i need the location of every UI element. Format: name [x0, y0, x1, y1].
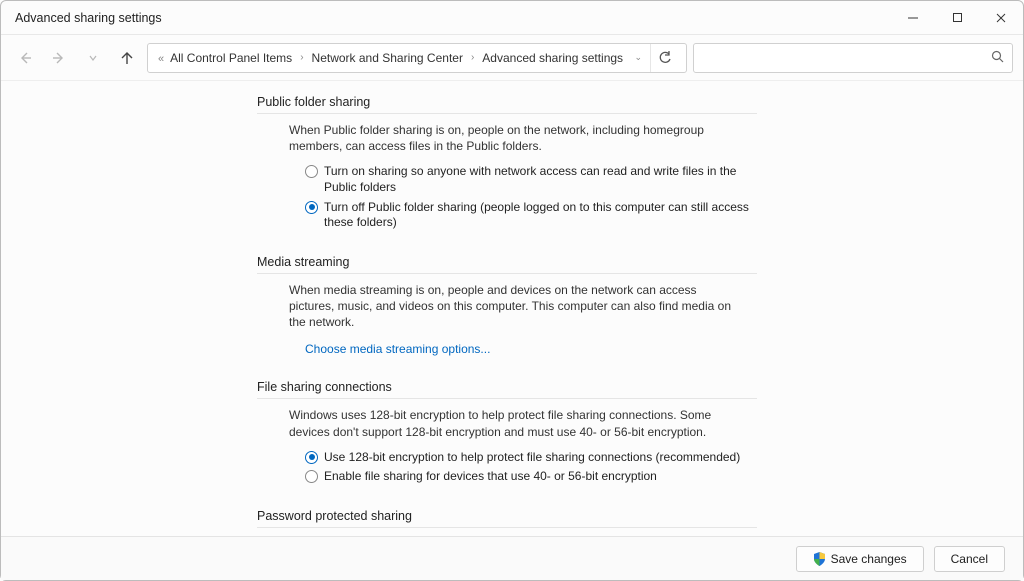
nav-row: All Control Panel Items › Network and Sh…	[1, 35, 1023, 81]
save-changes-button[interactable]: Save changes	[796, 546, 924, 572]
close-button[interactable]	[979, 3, 1023, 33]
radio-label: Turn off Public folder sharing (people l…	[324, 200, 757, 231]
radio-icon	[305, 201, 318, 214]
radio-label: Enable file sharing for devices that use…	[324, 469, 657, 485]
recent-button[interactable]	[79, 44, 107, 72]
address-dropdown[interactable]: ⌄	[634, 52, 642, 63]
section-description: When media streaming is on, people and d…	[257, 282, 737, 339]
close-icon	[995, 12, 1007, 24]
arrow-left-icon	[17, 50, 33, 66]
minimize-icon	[907, 12, 919, 24]
arrow-up-icon	[119, 50, 135, 66]
window-controls	[891, 3, 1023, 33]
radio-icon	[305, 470, 318, 483]
chevron-right-icon: ›	[467, 52, 478, 63]
media-streaming-link-row: Choose media streaming options...	[257, 338, 777, 362]
search-box[interactable]	[693, 43, 1013, 73]
radio-icon	[305, 451, 318, 464]
cancel-button[interactable]: Cancel	[934, 546, 1005, 572]
up-button[interactable]	[113, 44, 141, 72]
chevron-down-icon	[88, 53, 98, 63]
radio-pfs-off[interactable]: Turn off Public folder sharing (people l…	[257, 198, 757, 233]
footer-bar: Save changes Cancel	[1, 536, 1023, 580]
content-area: Public folder sharing When Public folder…	[1, 81, 1023, 536]
maximize-icon	[952, 12, 963, 23]
section-password-sharing-title: Password protected sharing	[257, 501, 757, 528]
search-input[interactable]	[702, 50, 991, 66]
section-description: Windows uses 128-bit encryption to help …	[257, 407, 737, 447]
arrow-right-icon	[51, 50, 67, 66]
breadcrumb[interactable]: Advanced sharing settings	[482, 51, 623, 65]
button-label: Cancel	[951, 552, 988, 566]
section-file-sharing-title: File sharing connections	[257, 372, 757, 399]
chevron-right-icon: ›	[296, 52, 307, 63]
breadcrumb[interactable]: All Control Panel Items	[158, 51, 292, 65]
search-icon[interactable]	[991, 50, 1004, 66]
explorer-window: Advanced sharing settings All C	[0, 0, 1024, 581]
minimize-button[interactable]	[891, 3, 935, 33]
radio-label: Use 128-bit encryption to help protect f…	[324, 450, 740, 466]
address-bar[interactable]: All Control Panel Items › Network and Sh…	[147, 43, 687, 73]
forward-button[interactable]	[45, 44, 73, 72]
button-label: Save changes	[831, 552, 907, 566]
maximize-button[interactable]	[935, 3, 979, 33]
section-description: When Public folder sharing is on, people…	[257, 122, 737, 162]
window-title: Advanced sharing settings	[15, 11, 162, 25]
radio-icon	[305, 165, 318, 178]
radio-fsc-40[interactable]: Enable file sharing for devices that use…	[257, 467, 757, 487]
choose-media-streaming-link[interactable]: Choose media streaming options...	[305, 342, 490, 356]
section-media-streaming-title: Media streaming	[257, 247, 757, 274]
breadcrumb[interactable]: Network and Sharing Center	[312, 51, 463, 65]
radio-pfs-on[interactable]: Turn on sharing so anyone with network a…	[257, 162, 757, 197]
radio-label: Turn on sharing so anyone with network a…	[324, 164, 757, 195]
settings-panel: Public folder sharing When Public folder…	[257, 87, 777, 536]
refresh-icon	[658, 51, 672, 65]
refresh-button[interactable]	[650, 44, 678, 72]
shield-icon	[813, 552, 826, 566]
radio-fsc-128[interactable]: Use 128-bit encryption to help protect f…	[257, 448, 757, 468]
title-bar: Advanced sharing settings	[1, 1, 1023, 35]
back-button[interactable]	[11, 44, 39, 72]
section-public-folder-sharing-title: Public folder sharing	[257, 87, 757, 114]
